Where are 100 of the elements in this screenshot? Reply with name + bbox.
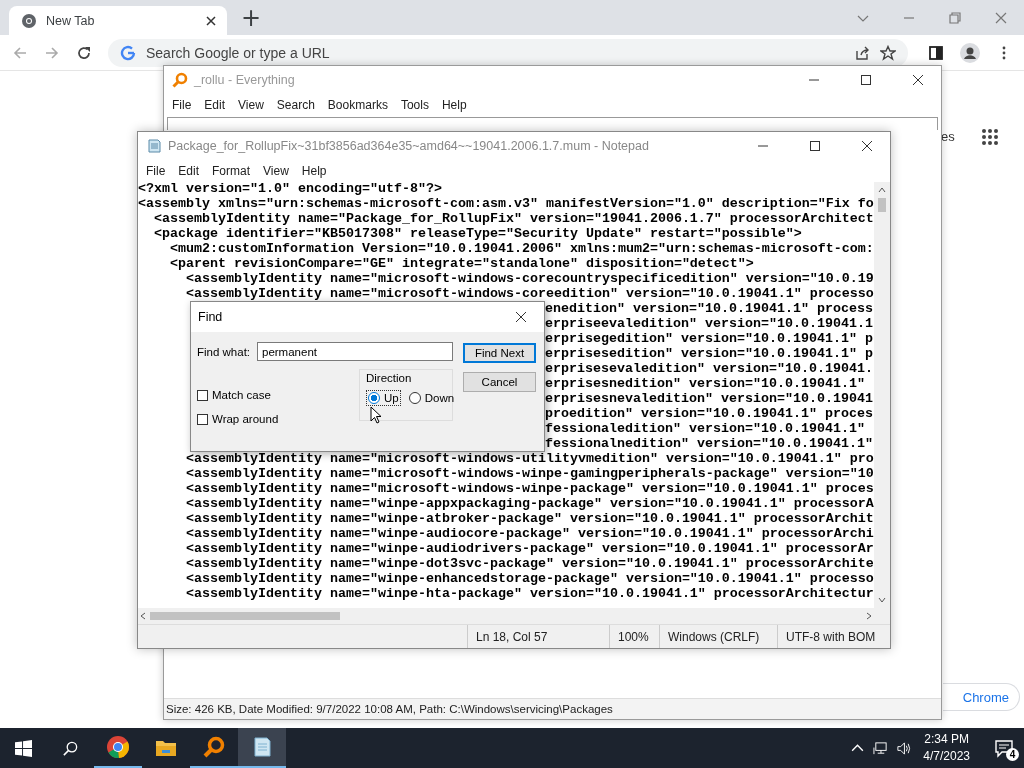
- code-line: erpriseevaledition" version="10.0.19041.1: [545, 316, 874, 331]
- menu-item[interactable]: Bookmarks: [327, 98, 388, 112]
- code-line: <assemblyIdentity name="winpe-audiocore-package" version="10.0.19041.1" processorArchi: [185, 526, 874, 541]
- menu-item[interactable]: Search: [276, 98, 315, 112]
- dialog-button[interactable]: Find Next: [463, 343, 536, 363]
- apps-grid-icon[interactable]: [981, 128, 999, 146]
- menu-item[interactable]: Tools: [400, 98, 429, 112]
- code-line: <package identifier="KB5017308" releaseType="Security Update" restart="possible">: [153, 226, 802, 241]
- menu-item[interactable]: Edit: [178, 164, 200, 178]
- side-panel-icon[interactable]: [928, 44, 944, 61]
- code-line: fessionalnedition" version="10.0.19041.1": [545, 436, 874, 451]
- code-line: <assemblyIdentity name="winpe-hta-package" version="10.0.19041.1" processorArchitectur: [185, 586, 874, 601]
- vertical-scrollbar[interactable]: [874, 182, 890, 608]
- dialog-title: Find: [198, 310, 223, 324]
- browser-tab[interactable]: New Tab: [9, 6, 227, 35]
- network-icon[interactable]: [873, 740, 889, 756]
- code-line: erprisegedition" version="10.0.19041.1" p: [545, 331, 874, 346]
- code-line: <assemblyIdentity name="microsoft-windows-coreedition" version="10.0.19041.1" processo: [185, 286, 874, 301]
- taskbar-app[interactable]: [238, 728, 286, 768]
- magnifier-icon: [202, 735, 226, 759]
- address-bar[interactable]: Search Google or type a URL: [108, 38, 908, 67]
- code-line: <assemblyIdentity name="microsoft-windows-winpe-package" version="10.0.19041.1" proces: [185, 481, 874, 496]
- menu-item[interactable]: View: [263, 164, 289, 178]
- chrome-logo-icon: [106, 735, 130, 759]
- code-line: <assemblyIdentity name="microsoft-windows-utilityvmedition" version="10.0.19041.1" pro: [185, 451, 874, 466]
- magnifier-icon: [172, 72, 188, 88]
- profile-avatar-icon[interactable]: [960, 42, 980, 63]
- new-tab-button[interactable]: +: [237, 5, 266, 30]
- code-line: fessionaledition" version="10.0.19041.1": [545, 421, 866, 436]
- scroll-up-icon[interactable]: [877, 185, 887, 195]
- checkbox-option[interactable]: Wrap around: [197, 413, 359, 425]
- maximize-icon[interactable]: [808, 139, 822, 153]
- code-line: <assembly xmlns="urn:schemas-microsoft-com:asm.v3" manifestVersion="1.0" description="Fix fo: [138, 196, 874, 211]
- mouse-pointer-icon: [370, 406, 382, 424]
- scroll-left-icon[interactable]: [138, 611, 148, 621]
- notification-badge: 4: [1006, 748, 1019, 761]
- code-line: <assemblyIdentity name="winpe-appxpackaging-package" version="10.0.19041.1" processorA: [185, 496, 874, 511]
- menu-item[interactable]: Format: [212, 164, 251, 178]
- line-endings: Windows (CRLF): [659, 625, 777, 648]
- menu-item[interactable]: Help: [441, 98, 467, 112]
- code-line: <?xml version="1.0" encoding="utf-8"?>: [138, 181, 442, 196]
- windows-start-icon[interactable]: [15, 739, 32, 757]
- menu-item[interactable]: File: [172, 98, 192, 112]
- code-line: enedition" version="10.0.19041.1" process: [545, 301, 874, 316]
- code-line: erprisesnevaledition" version="10.0.19041: [545, 391, 874, 406]
- restore-icon[interactable]: [948, 10, 962, 25]
- code-line: <assemblyIdentity name="Package_for_RollupFix" version="19041.2006.1.7" processorArchitect: [153, 211, 874, 226]
- scrollbar-thumb[interactable]: [878, 198, 886, 212]
- customize-chrome-button[interactable]: Chrome: [943, 683, 1020, 711]
- zoom-level: 100%: [609, 625, 659, 648]
- menu-item[interactable]: Help: [301, 164, 327, 178]
- search-icon[interactable]: [62, 739, 79, 757]
- scrollbar-thumb[interactable]: [150, 612, 340, 620]
- code-line: <assemblyIdentity name="winpe-dot3svc-package" version="10.0.19041.1" processorArchite: [185, 556, 874, 571]
- notepad-icon: [146, 138, 162, 154]
- code-line: <assemblyIdentity name="microsoft-windows-corecountryspecificedition" version="10.0.19: [185, 271, 874, 286]
- notification-icon[interactable]: [994, 738, 1014, 758]
- address-placeholder: Search Google or type a URL: [146, 44, 330, 61]
- direction-label: Direction: [366, 372, 413, 384]
- clock[interactable]: 2:34 PM 4/7/2023: [923, 731, 970, 765]
- close-icon[interactable]: [205, 14, 217, 27]
- reload-icon[interactable]: [76, 44, 92, 61]
- link-text[interactable]: es: [941, 129, 955, 144]
- scroll-down-icon[interactable]: [877, 595, 887, 605]
- menu-item[interactable]: File: [146, 164, 166, 178]
- share-icon[interactable]: [854, 44, 870, 61]
- code-line: <assemblyIdentity name="winpe-enhancedstorage-package" version="10.0.19041.1" processo: [185, 571, 874, 586]
- code-line: <assemblyIdentity name="microsoft-windows-winpe-gamingperipherals-package" version="10: [185, 466, 874, 481]
- code-line: proedition" version="10.0.19041.1" proces: [545, 406, 874, 421]
- date-text: 4/7/2023: [923, 748, 970, 765]
- maximize-icon[interactable]: [859, 73, 873, 87]
- window-title: Package_for_RollupFix~31bf3856ad364e35~amd64~~19041.2006.1.7.mum - Notepad: [168, 139, 649, 153]
- code-line: <parent revisionCompare="GE" integrate="standalone" disposition="detect">: [169, 256, 754, 271]
- code-line: <assemblyIdentity name="winpe-atbroker-package" version="10.0.19041.1" processorArchit: [185, 511, 874, 526]
- dialog-button[interactable]: Cancel: [463, 372, 536, 392]
- star-icon[interactable]: [880, 44, 896, 61]
- radio-option[interactable]: Up: [366, 390, 401, 406]
- close-icon[interactable]: [860, 139, 874, 153]
- checkbox-option[interactable]: Match case: [197, 389, 359, 401]
- code-line: <mum2:customInformation Version="10.0.19041.2006" xmlns:mum2="urn:schemas-microsoft-com:: [169, 241, 874, 256]
- find-what-field[interactable]: permanent: [257, 342, 453, 361]
- menu-item[interactable]: View: [238, 98, 264, 112]
- radio-option[interactable]: Down: [406, 390, 457, 406]
- window-title: _rollu - Everything: [194, 73, 295, 87]
- tab-title: New Tab: [46, 13, 96, 28]
- scroll-right-icon[interactable]: [864, 611, 874, 621]
- cursor-position: Ln 18, Col 57: [467, 625, 609, 648]
- close-icon[interactable]: [514, 310, 528, 324]
- close-icon[interactable]: [911, 73, 925, 87]
- time-text: 2:34 PM: [924, 731, 969, 748]
- code-line: erprisesevaledition" version="10.0.19041.: [545, 361, 874, 376]
- volume-icon[interactable]: [896, 740, 912, 756]
- code-line: erprisesnedition" version="10.0.19041.1": [545, 376, 866, 391]
- menu-item[interactable]: Edit: [204, 98, 226, 112]
- code-line: <assemblyIdentity name="winpe-audiodrivers-package" version="10.0.19041.1" processorAr: [185, 541, 874, 556]
- status-bar: Size: 426 KB, Date Modified: 9/7/2022 10:08 AM, Path: C:\Windows\servicing\Packages: [164, 698, 941, 719]
- google-g-icon: [120, 44, 136, 61]
- chrome-logo-icon: [21, 12, 37, 29]
- find-what-label: Find what:: [197, 345, 251, 358]
- encoding: UTF-8 with BOM: [777, 625, 890, 648]
